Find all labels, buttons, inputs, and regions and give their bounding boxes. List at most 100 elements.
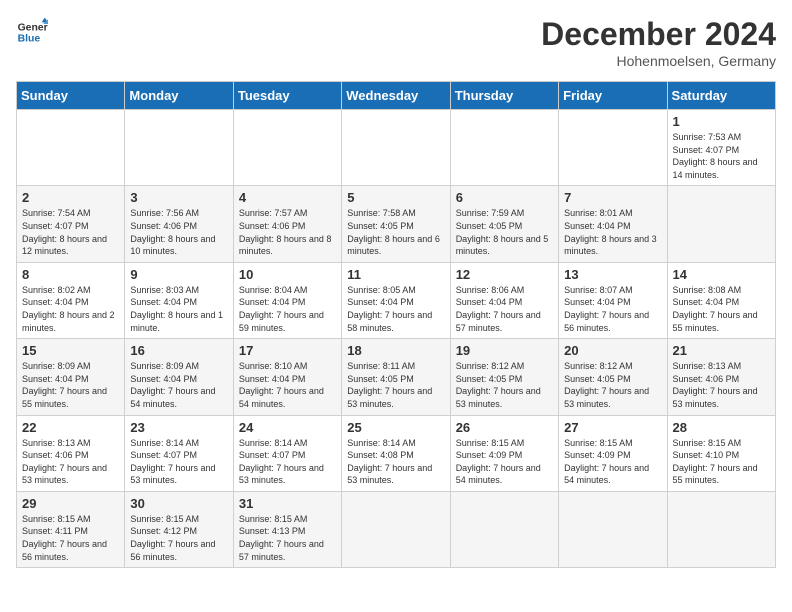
- day-info: Sunrise: 8:04 AMSunset: 4:04 PMDaylight:…: [239, 284, 336, 334]
- calendar-header-tuesday: Tuesday: [233, 82, 341, 110]
- calendar-cell: 1Sunrise: 7:53 AMSunset: 4:07 PMDaylight…: [667, 110, 775, 186]
- day-info: Sunrise: 8:12 AMSunset: 4:05 PMDaylight:…: [564, 360, 661, 410]
- day-number: 5: [347, 190, 444, 205]
- day-info: Sunrise: 8:09 AMSunset: 4:04 PMDaylight:…: [22, 360, 119, 410]
- day-info: Sunrise: 8:14 AMSunset: 4:08 PMDaylight:…: [347, 437, 444, 487]
- calendar-cell: 6 Sunrise: 7:59 AMSunset: 4:05 PMDaylight…: [450, 186, 558, 262]
- page-header: General Blue December 2024 Hohenmoelsen,…: [16, 16, 776, 69]
- calendar-cell: 5 Sunrise: 7:58 AMSunset: 4:05 PMDaylight…: [342, 186, 450, 262]
- day-number: 25: [347, 420, 444, 435]
- calendar-cell: 14 Sunrise: 8:08 AMSunset: 4:04 PMDayligh…: [667, 262, 775, 338]
- day-info: Sunrise: 8:15 AMSunset: 4:11 PMDaylight:…: [22, 513, 119, 563]
- calendar-header-monday: Monday: [125, 82, 233, 110]
- day-info: Sunrise: 8:15 AMSunset: 4:12 PMDaylight:…: [130, 513, 227, 563]
- day-info: Sunrise: 8:01 AMSunset: 4:04 PMDaylight:…: [564, 207, 661, 257]
- calendar-cell: 19 Sunrise: 8:12 AMSunset: 4:05 PMDayligh…: [450, 339, 558, 415]
- day-info: Sunrise: 8:06 AMSunset: 4:04 PMDaylight:…: [456, 284, 553, 334]
- calendar-cell: 26 Sunrise: 8:15 AMSunset: 4:09 PMDayligh…: [450, 415, 558, 491]
- day-number: 12: [456, 267, 553, 282]
- location: Hohenmoelsen, Germany: [541, 53, 776, 69]
- day-number: 22: [22, 420, 119, 435]
- calendar-cell: [450, 491, 558, 567]
- calendar-cell: 30 Sunrise: 8:15 AMSunset: 4:12 PMDayligh…: [125, 491, 233, 567]
- calendar-cell: [125, 110, 233, 186]
- day-number: 17: [239, 343, 336, 358]
- logo-icon: General Blue: [16, 16, 48, 48]
- day-number: 6: [456, 190, 553, 205]
- calendar-cell: 2 Sunrise: 7:54 AMSunset: 4:07 PMDaylight…: [17, 186, 125, 262]
- calendar-cell: 3 Sunrise: 7:56 AMSunset: 4:06 PMDaylight…: [125, 186, 233, 262]
- day-number: 30: [130, 496, 227, 511]
- calendar-cell: 24 Sunrise: 8:14 AMSunset: 4:07 PMDayligh…: [233, 415, 341, 491]
- day-number: 28: [673, 420, 770, 435]
- day-info: Sunrise: 8:14 AMSunset: 4:07 PMDaylight:…: [130, 437, 227, 487]
- day-number: 16: [130, 343, 227, 358]
- day-info: Sunrise: 8:05 AMSunset: 4:04 PMDaylight:…: [347, 284, 444, 334]
- day-number: 18: [347, 343, 444, 358]
- day-number: 10: [239, 267, 336, 282]
- calendar-cell: 10 Sunrise: 8:04 AMSunset: 4:04 PMDayligh…: [233, 262, 341, 338]
- day-info: Sunrise: 8:15 AMSunset: 4:10 PMDaylight:…: [673, 437, 770, 487]
- day-info: Sunrise: 7:59 AMSunset: 4:05 PMDaylight:…: [456, 207, 553, 257]
- day-info: Sunrise: 8:13 AMSunset: 4:06 PMDaylight:…: [22, 437, 119, 487]
- day-info: Sunrise: 7:56 AMSunset: 4:06 PMDaylight:…: [130, 207, 227, 257]
- calendar-header-sunday: Sunday: [17, 82, 125, 110]
- day-number: 9: [130, 267, 227, 282]
- day-number: 3: [130, 190, 227, 205]
- day-info: Sunrise: 8:07 AMSunset: 4:04 PMDaylight:…: [564, 284, 661, 334]
- svg-text:General: General: [18, 22, 48, 33]
- day-number: 13: [564, 267, 661, 282]
- calendar-cell: [559, 491, 667, 567]
- calendar-cell: 15 Sunrise: 8:09 AMSunset: 4:04 PMDayligh…: [17, 339, 125, 415]
- calendar-cell: 9 Sunrise: 8:03 AMSunset: 4:04 PMDaylight…: [125, 262, 233, 338]
- day-number: 24: [239, 420, 336, 435]
- calendar-cell: [559, 110, 667, 186]
- calendar-cell: 27Sunrise: 8:15 AMSunset: 4:09 PMDayligh…: [559, 415, 667, 491]
- day-info: Sunrise: 8:02 AMSunset: 4:04 PMDaylight:…: [22, 284, 119, 334]
- day-info: Sunrise: 7:58 AMSunset: 4:05 PMDaylight:…: [347, 207, 444, 257]
- day-number: 7: [564, 190, 661, 205]
- calendar-cell: 31 Sunrise: 8:15 AMSunset: 4:13 PMDayligh…: [233, 491, 341, 567]
- day-number: 15: [22, 343, 119, 358]
- calendar-cell: [450, 110, 558, 186]
- day-number: 19: [456, 343, 553, 358]
- day-info: Sunrise: 8:09 AMSunset: 4:04 PMDaylight:…: [130, 360, 227, 410]
- day-info: Sunrise: 8:15 AMSunset: 4:13 PMDaylight:…: [239, 513, 336, 563]
- day-info: Sunrise: 8:11 AMSunset: 4:05 PMDaylight:…: [347, 360, 444, 410]
- day-info: Sunrise: 8:12 AMSunset: 4:05 PMDaylight:…: [456, 360, 553, 410]
- calendar-cell: 18 Sunrise: 8:11 AMSunset: 4:05 PMDayligh…: [342, 339, 450, 415]
- calendar-cell: [233, 110, 341, 186]
- day-info: Sunrise: 8:03 AMSunset: 4:04 PMDaylight:…: [130, 284, 227, 334]
- calendar-cell: [667, 186, 775, 262]
- calendar-cell: 20 Sunrise: 8:12 AMSunset: 4:05 PMDayligh…: [559, 339, 667, 415]
- day-info: Sunrise: 8:08 AMSunset: 4:04 PMDaylight:…: [673, 284, 770, 334]
- day-info: Sunrise: 8:14 AMSunset: 4:07 PMDaylight:…: [239, 437, 336, 487]
- day-number: 21: [673, 343, 770, 358]
- calendar-cell: 4Sunrise: 7:57 AMSunset: 4:06 PMDaylight…: [233, 186, 341, 262]
- calendar-cell: 12 Sunrise: 8:06 AMSunset: 4:04 PMDayligh…: [450, 262, 558, 338]
- day-number: 29: [22, 496, 119, 511]
- day-number: 4: [239, 190, 336, 205]
- calendar-header-row: SundayMondayTuesdayWednesdayThursdayFrid…: [17, 82, 776, 110]
- calendar-cell: 17Sunrise: 8:10 AMSunset: 4:04 PMDayligh…: [233, 339, 341, 415]
- calendar-cell: 13 Sunrise: 8:07 AMSunset: 4:04 PMDayligh…: [559, 262, 667, 338]
- day-number: 31: [239, 496, 336, 511]
- day-info: Sunrise: 8:15 AMSunset: 4:09 PMDaylight:…: [564, 437, 661, 487]
- day-number: 20: [564, 343, 661, 358]
- day-number: 14: [673, 267, 770, 282]
- calendar-header-friday: Friday: [559, 82, 667, 110]
- calendar-cell: 21 Sunrise: 8:13 AMSunset: 4:06 PMDayligh…: [667, 339, 775, 415]
- day-number: 23: [130, 420, 227, 435]
- day-number: 11: [347, 267, 444, 282]
- day-info: Sunrise: 8:15 AMSunset: 4:09 PMDaylight:…: [456, 437, 553, 487]
- day-info: Sunrise: 7:54 AMSunset: 4:07 PMDaylight:…: [22, 207, 119, 257]
- day-number: 2: [22, 190, 119, 205]
- logo: General Blue: [16, 16, 48, 48]
- calendar-cell: 7 Sunrise: 8:01 AMSunset: 4:04 PMDaylight…: [559, 186, 667, 262]
- calendar-cell: 29 Sunrise: 8:15 AMSunset: 4:11 PMDayligh…: [17, 491, 125, 567]
- day-info: Sunrise: 8:13 AMSunset: 4:06 PMDaylight:…: [673, 360, 770, 410]
- calendar-cell: 11 Sunrise: 8:05 AMSunset: 4:04 PMDayligh…: [342, 262, 450, 338]
- calendar-cell: 16 Sunrise: 8:09 AMSunset: 4:04 PMDayligh…: [125, 339, 233, 415]
- calendar-cell: [17, 110, 125, 186]
- day-number: 26: [456, 420, 553, 435]
